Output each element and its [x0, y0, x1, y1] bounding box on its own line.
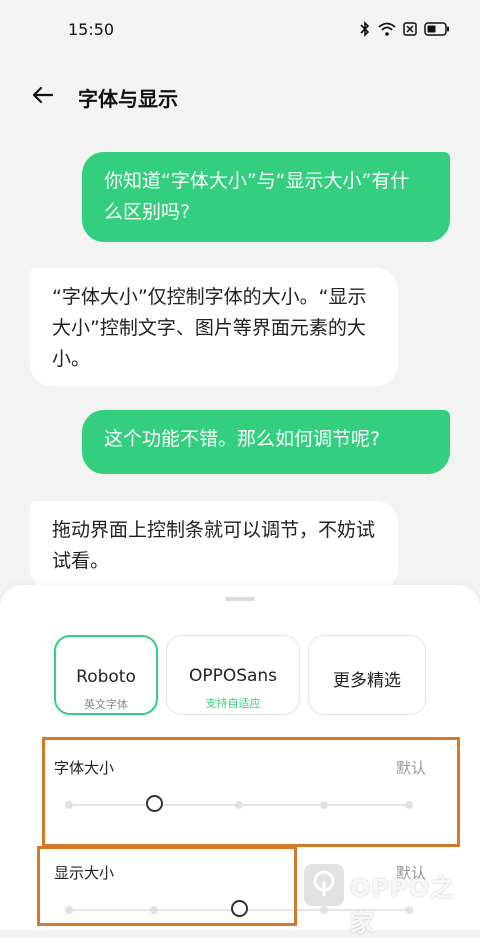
font-option-opposans[interactable]: OPPOSans 支持自适应	[166, 635, 300, 715]
status-time: 15:50	[68, 20, 115, 39]
message-text: 你知道“字体大小”与“显示大小”有什么区别吗?	[104, 170, 410, 223]
wifi-icon	[378, 22, 396, 36]
chat-message-bot: 拖动界面上控制条就可以调节，不妨试试看。	[30, 501, 398, 591]
chat-message-bot: “字体大小”仅控制字体的大小。“显示大小”控制文字、图片等界面元素的大小。	[30, 268, 398, 386]
back-button[interactable]	[28, 80, 58, 110]
status-icons	[359, 21, 450, 37]
more-fonts-button[interactable]: 更多精选	[308, 635, 426, 715]
watermark-logo	[304, 864, 344, 906]
status-bar: 15:50	[0, 0, 480, 60]
font-option-name: OPPOSans	[188, 666, 278, 686]
more-fonts-label: 更多精选	[333, 671, 401, 691]
app-bar: 字体与显示	[0, 70, 480, 122]
page-title: 字体与显示	[78, 87, 178, 111]
chat-message-user: 你知道“字体大小”与“显示大小”有什么区别吗?	[82, 152, 450, 242]
watermark-url: www.oppojia.com	[354, 900, 434, 910]
font-option-roboto[interactable]: Roboto 英文字体	[54, 635, 158, 715]
watermark: OPPO之家 www.oppojia.com	[298, 860, 468, 937]
highlight-box-display-size	[37, 846, 297, 926]
font-option-subtitle: 英文字体	[84, 698, 128, 711]
no-sim-icon	[403, 22, 417, 36]
font-option-subtitle: 支持自适应	[205, 697, 261, 710]
bluetooth-icon	[359, 21, 371, 37]
battery-icon	[424, 22, 450, 36]
message-text: 这个功能不错。那么如何调节呢?	[104, 428, 381, 450]
highlight-box-font-size	[42, 737, 460, 847]
back-arrow-icon	[32, 86, 54, 104]
chat-message-user: 这个功能不错。那么如何调节呢?	[82, 410, 450, 474]
message-text: 拖动界面上控制条就可以调节，不妨试试看。	[52, 519, 376, 572]
message-text: “字体大小”仅控制字体的大小。“显示大小”控制文字、图片等界面元素的大小。	[52, 286, 367, 370]
font-option-name: Roboto	[76, 667, 136, 687]
drag-handle[interactable]	[225, 597, 255, 601]
